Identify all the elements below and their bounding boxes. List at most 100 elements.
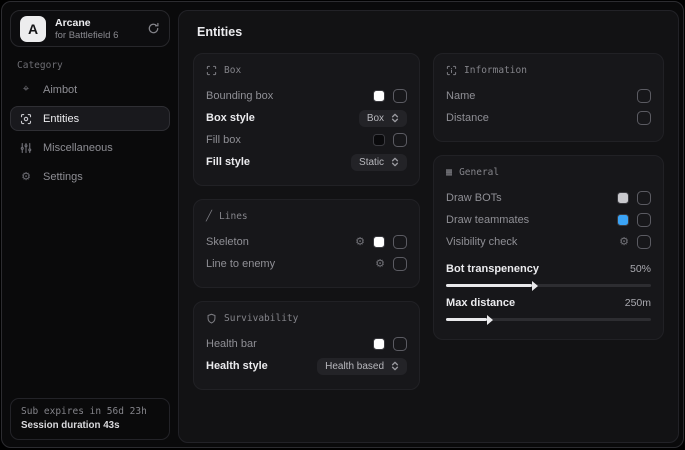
bot-transparency-value: 50% (630, 263, 651, 275)
name-label: Name (446, 90, 475, 102)
skeleton-settings-gear-icon[interactable]: ⚙ (355, 237, 365, 248)
max-distance-slider[interactable] (446, 318, 651, 321)
app-title: Arcane (55, 17, 118, 29)
app-logo: A (20, 16, 46, 42)
distance-label: Distance (446, 112, 489, 124)
draw-bots-checkbox[interactable] (637, 191, 651, 205)
row-draw-bots: Draw BOTs (446, 187, 651, 209)
skeleton-color-swatch[interactable] (373, 236, 385, 248)
draw-teammates-color-swatch[interactable] (617, 214, 629, 226)
visibility-check-label: Visibility check (446, 236, 517, 248)
sidebar-item-entities[interactable]: Entities (10, 106, 170, 131)
sidebar: A Arcane for Battlefield 6 Category ⌖ Ai… (2, 2, 178, 447)
survivability-card-title: Survivability (224, 313, 298, 324)
name-checkbox[interactable] (637, 89, 651, 103)
slider-thumb-arrow-icon[interactable] (532, 281, 538, 291)
fill-style-value: Static (359, 157, 384, 168)
slider-fill (446, 284, 532, 287)
general-card-header: ▦ General (446, 167, 651, 178)
bounding-box-label: Bounding box (206, 90, 273, 102)
gear-icon: ⚙ (19, 170, 33, 183)
row-health-bar: Health bar (206, 333, 407, 355)
box-card: Box Bounding box Box style Box (193, 53, 420, 186)
health-style-value: Health based (325, 361, 384, 372)
fill-box-label: Fill box (206, 134, 241, 146)
row-max-distance: Max distance 250m (446, 294, 651, 312)
row-fill-box: Fill box (206, 129, 407, 151)
general-card: ▦ General Draw BOTs Draw teammates (433, 155, 664, 340)
skeleton-label: Skeleton (206, 236, 249, 248)
sidebar-item-label: Miscellaneous (43, 142, 113, 154)
lines-card-title: Lines (219, 211, 248, 222)
main-panel: Entities Box Bounding box (178, 10, 679, 443)
subscription-info: Sub expires in 56d 23h Session duration … (10, 398, 170, 440)
row-line-to-enemy: Line to enemy ⚙ (206, 253, 407, 275)
bounding-box-color-swatch[interactable] (373, 90, 385, 102)
sidebar-item-label: Aimbot (43, 84, 77, 96)
crosshair-icon: ⌖ (19, 83, 33, 96)
health-style-label: Health style (206, 360, 268, 372)
chevrons-updown-icon (391, 113, 399, 123)
health-bar-checkbox[interactable] (393, 337, 407, 351)
left-column: Box Bounding box Box style Box (193, 53, 420, 390)
lines-card: ╱ Lines Skeleton ⚙ Line to enemy (193, 199, 420, 288)
max-distance-label: Max distance (446, 297, 515, 309)
visibility-check-settings-gear-icon[interactable]: ⚙ (619, 237, 629, 248)
sub-expires-text: Sub expires in 56d 23h (21, 406, 159, 417)
app-window: A Arcane for Battlefield 6 Category ⌖ Ai… (1, 1, 684, 448)
health-style-dropdown[interactable]: Health based (317, 358, 407, 375)
max-distance-value: 250m (625, 297, 651, 309)
row-box-style: Box style Box (206, 107, 407, 129)
sidebar-item-label: Entities (43, 113, 79, 125)
health-bar-color-swatch[interactable] (373, 338, 385, 350)
slider-fill (446, 318, 487, 321)
fill-box-checkbox[interactable] (393, 133, 407, 147)
sidebar-item-aimbot[interactable]: ⌖ Aimbot (10, 77, 170, 102)
survivability-card: Survivability Health bar Health style He… (193, 301, 420, 390)
sidebar-item-miscellaneous[interactable]: Miscellaneous (10, 135, 170, 160)
information-card-header: Information (446, 65, 651, 76)
category-label: Category (17, 60, 178, 71)
fill-style-dropdown[interactable]: Static (351, 154, 407, 171)
health-bar-label: Health bar (206, 338, 257, 350)
visibility-check-checkbox[interactable] (637, 235, 651, 249)
information-scan-icon (446, 65, 457, 76)
chevrons-updown-icon (391, 361, 399, 371)
box-card-header: Box (206, 65, 407, 76)
sidebar-item-settings[interactable]: ⚙ Settings (10, 164, 170, 189)
bot-transparency-slider[interactable] (446, 284, 651, 287)
box-style-dropdown[interactable]: Box (359, 110, 407, 127)
entities-scan-icon (19, 113, 33, 125)
line-to-enemy-label: Line to enemy (206, 258, 275, 270)
refresh-icon[interactable] (147, 22, 160, 35)
fill-box-color-swatch[interactable] (373, 134, 385, 146)
card-columns: Box Bounding box Box style Box (193, 53, 664, 390)
row-bounding-box: Bounding box (206, 85, 407, 107)
draw-teammates-checkbox[interactable] (637, 213, 651, 227)
distance-checkbox[interactable] (637, 111, 651, 125)
lines-card-header: ╱ Lines (206, 211, 407, 222)
draw-teammates-label: Draw teammates (446, 214, 529, 226)
bot-transparency-group: Bot transpenency 50% (446, 260, 651, 287)
row-draw-teammates: Draw teammates (446, 209, 651, 231)
app-titles: Arcane for Battlefield 6 (55, 17, 118, 41)
row-skeleton: Skeleton ⚙ (206, 231, 407, 253)
box-style-value: Box (367, 113, 384, 124)
max-distance-group: Max distance 250m (446, 294, 651, 321)
information-card: Information Name Distance (433, 53, 664, 142)
survivability-icon (206, 313, 217, 324)
app-header: A Arcane for Battlefield 6 (10, 10, 170, 47)
row-bot-transparency: Bot transpenency 50% (446, 260, 651, 278)
slider-thumb-arrow-icon[interactable] (487, 315, 493, 325)
line-to-enemy-checkbox[interactable] (393, 257, 407, 271)
fill-style-label: Fill style (206, 156, 250, 168)
bounding-box-checkbox[interactable] (393, 89, 407, 103)
skeleton-checkbox[interactable] (393, 235, 407, 249)
draw-bots-color-swatch[interactable] (617, 192, 629, 204)
row-visibility-check: Visibility check ⚙ (446, 231, 651, 253)
sidebar-nav: ⌖ Aimbot Entities (2, 77, 178, 189)
right-column: Information Name Distance ▦ Gene (433, 53, 664, 340)
chevrons-updown-icon (391, 157, 399, 167)
row-health-style: Health style Health based (206, 355, 407, 377)
line-to-enemy-settings-gear-icon[interactable]: ⚙ (375, 259, 385, 270)
